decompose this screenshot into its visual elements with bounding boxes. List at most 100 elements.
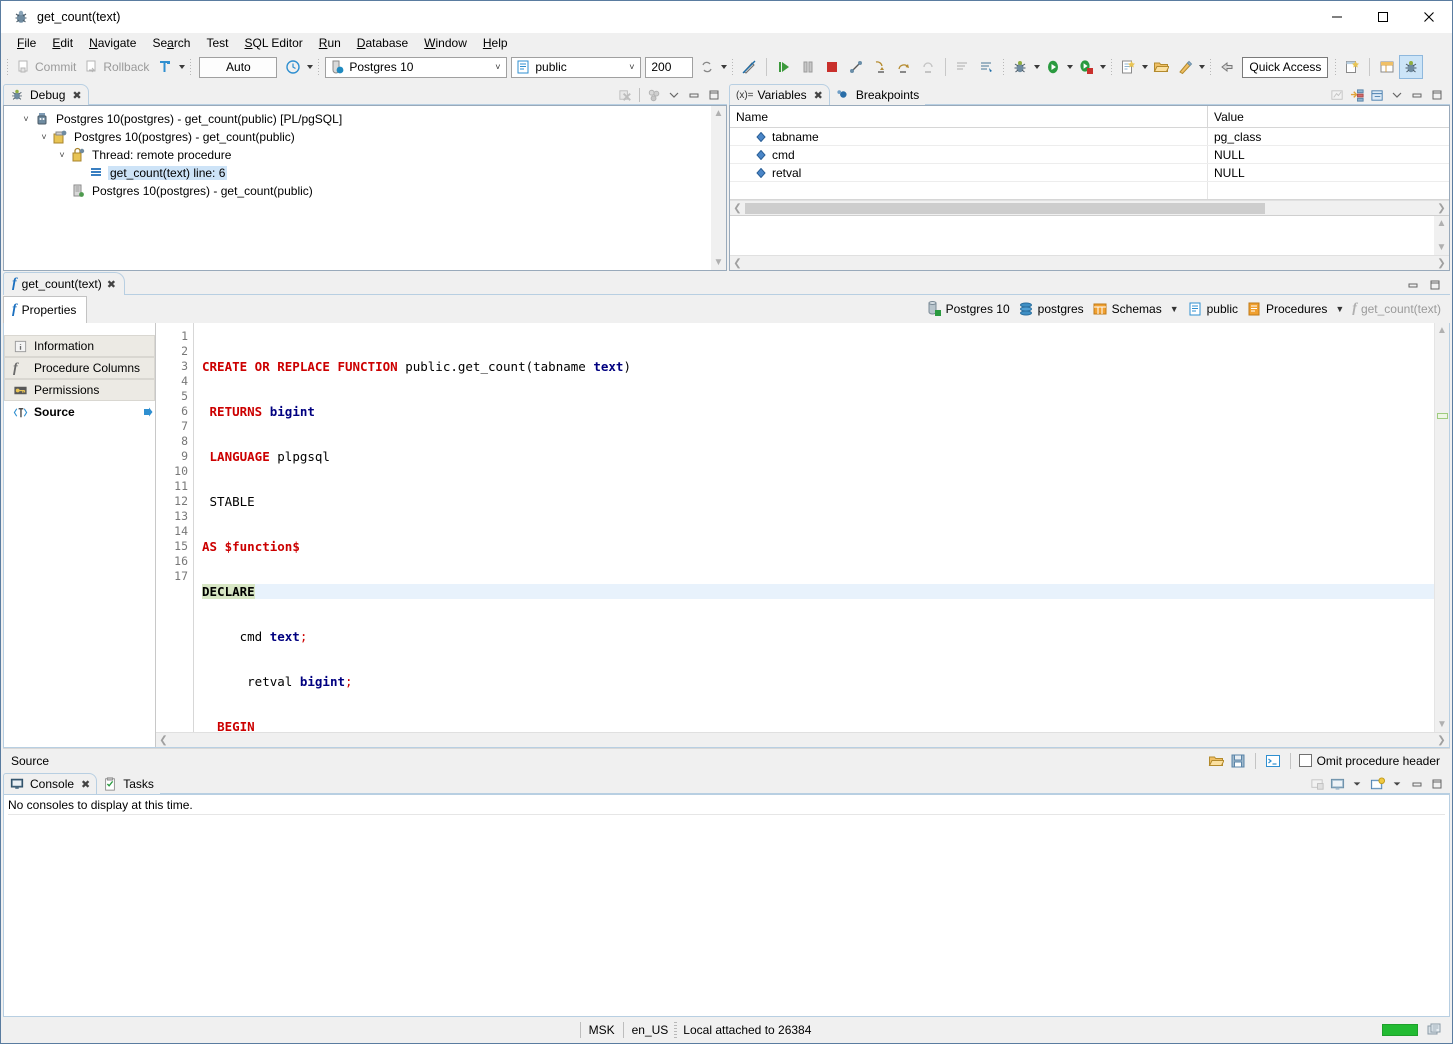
- table-row[interactable]: tabname pg_class: [730, 128, 1449, 146]
- minimize-icon[interactable]: [1408, 776, 1426, 792]
- open-perspective-button[interactable]: [1340, 55, 1364, 79]
- source-hscrollbar[interactable]: ❮ ❯: [156, 732, 1449, 747]
- back-navigation-button[interactable]: [1215, 55, 1239, 79]
- debug-tree-node-4[interactable]: Postgres 10(postgres) - get_count(public…: [4, 182, 726, 200]
- scroll-right-icon[interactable]: ❯: [1434, 735, 1449, 746]
- transaction-mode-dropdown-arrow[interactable]: [177, 59, 186, 75]
- view-menu-icon[interactable]: [1388, 87, 1406, 103]
- tab-tasks[interactable]: Tasks: [97, 773, 160, 794]
- break-connection-button[interactable]: [737, 55, 761, 79]
- column-header-value[interactable]: Value: [1208, 106, 1449, 127]
- load-from-file-icon[interactable]: [1207, 753, 1225, 769]
- run-configuration-button[interactable]: [1074, 55, 1098, 79]
- menu-edit[interactable]: Edit: [44, 34, 81, 52]
- debug-tree-node-2[interactable]: ˅ Thread: remote procedure: [4, 146, 726, 164]
- commit-button[interactable]: Commit: [12, 55, 80, 79]
- display-selected-console-icon[interactable]: [1328, 776, 1346, 792]
- new-object-dropdown-arrow[interactable]: [1140, 59, 1149, 75]
- minimize-icon[interactable]: [1314, 1, 1360, 33]
- tab-properties[interactable]: f Properties: [3, 295, 88, 323]
- source-code-text[interactable]: CREATE OR REPLACE FUNCTION public.get_co…: [194, 323, 1434, 732]
- close-icon[interactable]: ✖: [107, 278, 116, 291]
- debug-tree-node-3[interactable]: get_count(text) line: 6: [4, 164, 726, 182]
- fetch-size-input[interactable]: 200: [645, 56, 694, 78]
- chevron-down-icon[interactable]: ▼: [1332, 304, 1347, 314]
- menu-sql-editor[interactable]: SQL Editor: [237, 34, 311, 52]
- tab-console[interactable]: Console ✖: [3, 773, 98, 794]
- close-icon[interactable]: ✖: [72, 89, 81, 102]
- breadcrumb-item-connection[interactable]: Postgres 10: [923, 299, 1013, 319]
- open-console-icon[interactable]: [1308, 776, 1326, 792]
- breadcrumb-item-function[interactable]: f get_count(text): [1349, 299, 1444, 319]
- minimize-icon[interactable]: [1404, 277, 1422, 293]
- refresh-dropdown-arrow[interactable]: [719, 59, 728, 75]
- scroll-up-icon[interactable]: ▲: [1437, 216, 1447, 231]
- scroll-left-icon[interactable]: ❮: [156, 735, 171, 746]
- chevron-down-icon[interactable]: ˅: [36, 132, 52, 142]
- debug-dropdown-arrow[interactable]: [1032, 59, 1041, 75]
- scroll-up-icon[interactable]: ▲: [714, 106, 724, 121]
- transaction-log-button[interactable]: [281, 55, 305, 79]
- table-row[interactable]: retval NULL: [730, 164, 1449, 182]
- maximize-icon[interactable]: [705, 87, 723, 103]
- menu-test[interactable]: Test: [198, 34, 236, 52]
- transaction-mode-button[interactable]: [153, 55, 177, 79]
- save-to-file-icon[interactable]: [1229, 753, 1247, 769]
- debug-tree-vscrollbar[interactable]: ▲ ▼: [711, 106, 726, 270]
- checkbox-box[interactable]: [1298, 754, 1312, 767]
- auto-commit-button[interactable]: Auto: [199, 56, 278, 78]
- scroll-left-icon[interactable]: ❮: [730, 258, 745, 269]
- omit-procedure-header-checkbox[interactable]: Omit procedure header: [1298, 754, 1440, 768]
- step-over-button[interactable]: [892, 55, 916, 79]
- column-header-name[interactable]: Name: [730, 106, 1208, 127]
- quick-access-button[interactable]: Quick Access: [1242, 56, 1329, 78]
- run-dropdown-arrow[interactable]: [1065, 59, 1074, 75]
- debug-tree-node-0[interactable]: ˅ Postgres 10(postgres) - get_count(publ…: [4, 110, 726, 128]
- sidebar-item-procedure-columns[interactable]: f Procedure Columns: [4, 357, 155, 379]
- sql-editor-dropdown-arrow[interactable]: [1197, 59, 1206, 75]
- console-body[interactable]: No consoles to display at this time.: [3, 794, 1450, 1017]
- collapse-all-variables-icon[interactable]: [1348, 87, 1366, 103]
- breadcrumb-item-procedures[interactable]: Procedures: [1243, 299, 1330, 319]
- sidebar-item-source[interactable]: Source: [4, 401, 155, 423]
- debug-tree-body[interactable]: ˅ Postgres 10(postgres) - get_count(publ…: [3, 105, 727, 271]
- breadcrumb-item-schema[interactable]: public: [1184, 299, 1241, 319]
- scroll-down-icon[interactable]: ▼: [714, 255, 724, 270]
- scroll-left-icon[interactable]: ❮: [730, 203, 745, 214]
- variables-hscrollbar[interactable]: ❮ ❯: [730, 200, 1449, 215]
- variables-table[interactable]: Name Value tabname pg_class cmd NULL ret…: [730, 106, 1449, 200]
- menu-window[interactable]: Window: [416, 34, 475, 52]
- execute-script-button[interactable]: [975, 55, 999, 79]
- view-menu-debug-icon[interactable]: [645, 87, 663, 103]
- close-icon[interactable]: ✖: [814, 89, 823, 102]
- new-console-icon[interactable]: [1368, 776, 1386, 792]
- menu-help[interactable]: Help: [475, 34, 516, 52]
- open-in-sql-console-icon[interactable]: [1264, 753, 1282, 769]
- connection-combo[interactable]: Postgres 10 ˅: [325, 56, 508, 78]
- toggle-detail-pane-icon[interactable]: [1368, 87, 1386, 103]
- maximize-icon[interactable]: [1360, 1, 1406, 33]
- rollback-button[interactable]: Rollback: [80, 55, 153, 79]
- maximize-icon[interactable]: [1428, 87, 1446, 103]
- chevron-down-icon[interactable]: ▼: [1167, 304, 1182, 314]
- source-code-area[interactable]: 1 2 3 4 5 6 7 8 9 10 11 12 13 14 15 16 1…: [156, 323, 1449, 732]
- perspective-database-button[interactable]: [1375, 55, 1399, 79]
- heap-status-icon[interactable]: [1426, 1022, 1444, 1038]
- new-object-button[interactable]: [1116, 55, 1140, 79]
- sidebar-item-permissions[interactable]: Permissions: [4, 379, 155, 401]
- menu-run[interactable]: Run: [311, 34, 349, 52]
- debug-button[interactable]: [1008, 55, 1032, 79]
- menu-file[interactable]: File: [9, 34, 44, 52]
- scroll-right-icon[interactable]: ❯: [1434, 203, 1449, 214]
- schema-combo[interactable]: public ˅: [511, 56, 642, 78]
- debug-tree-node-1[interactable]: ˅ Postgres 10(postgres) - get_count(publ…: [4, 128, 726, 146]
- toolbar-drag-handle[interactable]: [6, 58, 9, 76]
- terminate-button[interactable]: [820, 55, 844, 79]
- chevron-down-icon[interactable]: [1348, 776, 1366, 792]
- breadcrumb-item-schemas[interactable]: Schemas: [1089, 299, 1165, 319]
- tab-variables[interactable]: (x)= Variables ✖: [729, 84, 830, 105]
- chevron-down-icon[interactable]: [1388, 776, 1406, 792]
- minimize-icon[interactable]: [685, 87, 703, 103]
- scroll-up-icon[interactable]: ▲: [1437, 323, 1447, 338]
- scroll-down-icon[interactable]: ▼: [1437, 240, 1447, 255]
